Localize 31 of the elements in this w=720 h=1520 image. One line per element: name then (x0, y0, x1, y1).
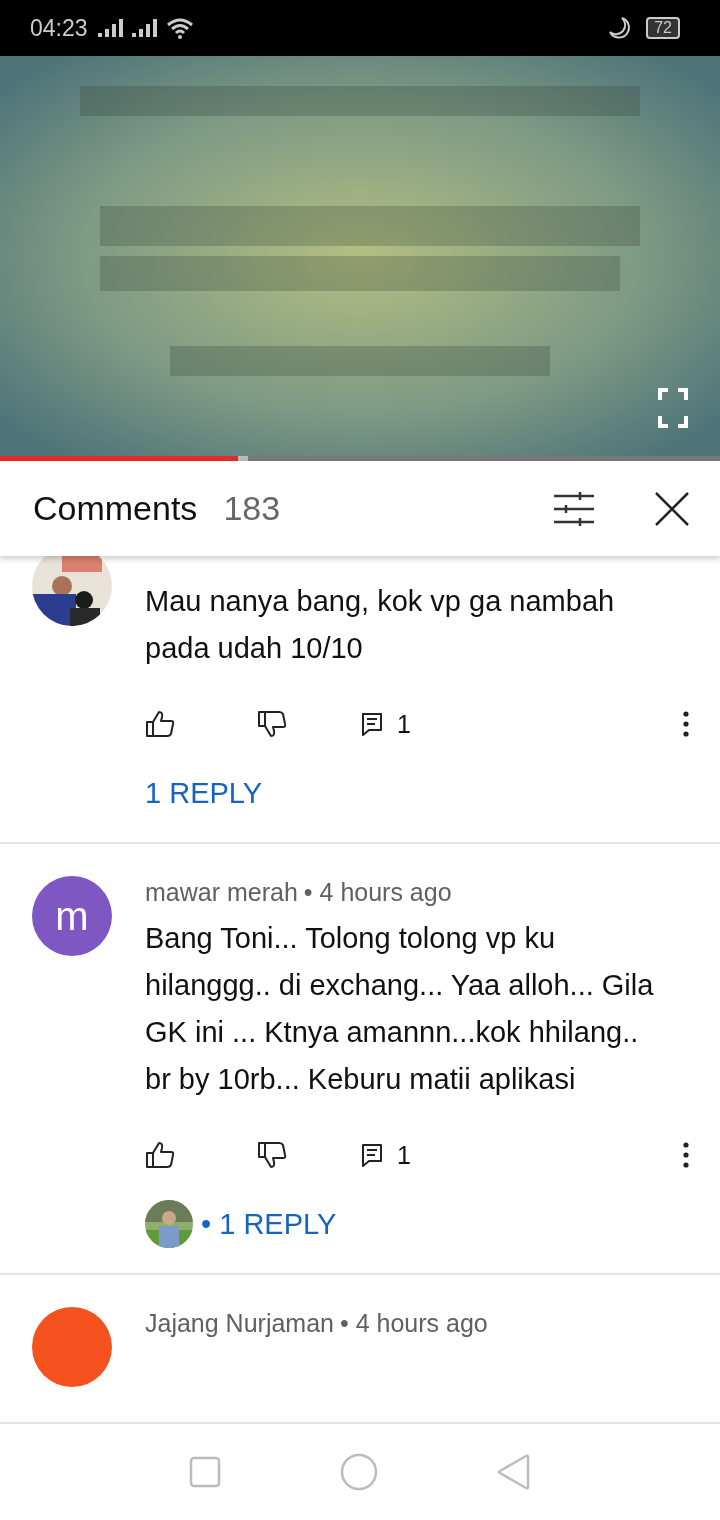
battery-indicator: 72 (646, 17, 680, 39)
close-icon[interactable] (654, 490, 690, 527)
progress-track[interactable] (0, 456, 720, 461)
thumbs-up-icon[interactable] (145, 1141, 175, 1169)
comment-text: Bang Toni... Tolong tolong vp ku hilanggg.. di exchang... Yaa alloh... Gila GK ini ... Ktnya amannn...kok hhilang.. br by 10rb... Keburu matii aplikasi (145, 921, 655, 1097)
comment-time: • 4 hours ago (303, 878, 452, 907)
view-replies-link[interactable]: • 1 REPLY (201, 1207, 337, 1241)
view-replies-link[interactable]: 1 REPLY (145, 776, 263, 810)
moon-icon (608, 16, 633, 40)
comment-time: • 4 hours ago (340, 1309, 488, 1338)
more-icon[interactable] (682, 711, 690, 737)
clock: 04:23 (30, 14, 88, 42)
sort-icon[interactable] (554, 491, 594, 526)
thumbs-up-icon[interactable] (145, 710, 175, 738)
avatar: m (32, 876, 112, 956)
comments-title: Comments (33, 489, 198, 528)
more-icon[interactable] (682, 1142, 690, 1168)
comment-text: Mau nanya bang, kok vp ga nambah pada udah 10/10 (145, 584, 616, 666)
wifi-icon (165, 17, 194, 39)
thumbs-down-icon[interactable] (257, 1141, 287, 1169)
comment-count: 183 (223, 489, 281, 528)
comment-icon (361, 1143, 383, 1167)
signal-icon (97, 19, 126, 37)
comment-icon (361, 712, 383, 736)
fullscreen-icon[interactable] (658, 388, 688, 428)
comment-author: mawar merah (145, 878, 298, 907)
reply-button[interactable]: 1 (361, 709, 411, 739)
signal-icon (131, 19, 160, 37)
comment-author: Jajang Nurjaman (145, 1309, 334, 1338)
thumbs-down-icon[interactable] (257, 710, 287, 738)
reply-button[interactable]: 1 (361, 1140, 411, 1170)
